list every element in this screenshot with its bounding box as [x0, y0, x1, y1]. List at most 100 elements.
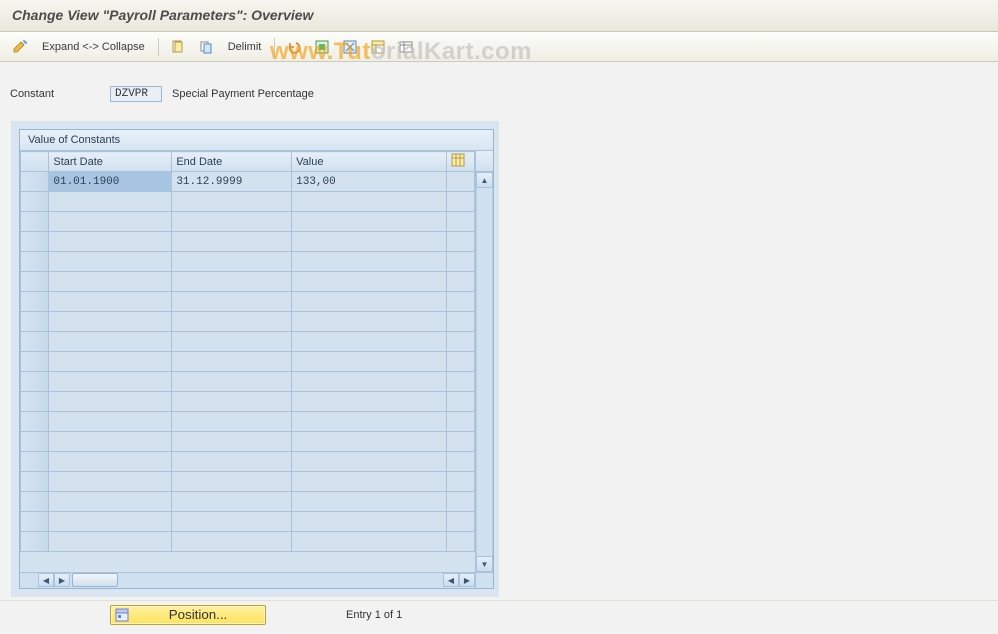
table-row[interactable] [21, 272, 475, 292]
cell-value[interactable] [292, 512, 446, 532]
row-selector[interactable] [21, 312, 49, 332]
cell-value[interactable] [292, 472, 446, 492]
cell-value[interactable] [292, 272, 446, 292]
table-row[interactable] [21, 312, 475, 332]
cell-end-date[interactable] [172, 212, 292, 232]
table-row[interactable] [21, 192, 475, 212]
row-selector[interactable] [21, 192, 49, 212]
cell-end-date[interactable] [172, 532, 292, 552]
cell-value[interactable] [292, 412, 446, 432]
undo-button[interactable] [282, 37, 306, 57]
toggle-edit-button[interactable] [8, 37, 32, 57]
cell-start-date[interactable] [49, 372, 172, 392]
scroll-right-button[interactable]: ▶ [54, 573, 70, 587]
configure-columns-button[interactable] [446, 152, 474, 172]
row-selector[interactable] [21, 392, 49, 412]
scroll-down-button[interactable]: ▼ [476, 556, 493, 572]
cell-start-date[interactable]: 01.01.1900 [49, 172, 172, 192]
cell-end-date[interactable] [172, 192, 292, 212]
table-row[interactable] [21, 332, 475, 352]
cell-start-date[interactable] [49, 252, 172, 272]
row-selector[interactable] [21, 232, 49, 252]
scroll-left-button[interactable]: ◀ [38, 573, 54, 587]
cell-end-date[interactable] [172, 332, 292, 352]
col-value[interactable]: Value [292, 152, 446, 172]
copy-button[interactable] [194, 37, 218, 57]
cell-end-date[interactable] [172, 432, 292, 452]
row-selector[interactable] [21, 412, 49, 432]
row-selector[interactable] [21, 472, 49, 492]
cell-start-date[interactable] [49, 272, 172, 292]
table-row[interactable] [21, 292, 475, 312]
deselect-all-button[interactable] [338, 37, 362, 57]
row-selector[interactable] [21, 332, 49, 352]
cell-end-date[interactable] [172, 272, 292, 292]
cell-end-date[interactable] [172, 492, 292, 512]
table-row[interactable] [21, 352, 475, 372]
delimit-button[interactable]: Delimit [222, 41, 268, 53]
position-button[interactable]: Position... [110, 605, 266, 625]
row-selector[interactable] [21, 452, 49, 472]
table-corner[interactable] [21, 152, 49, 172]
cell-value[interactable] [292, 192, 446, 212]
row-selector[interactable] [21, 272, 49, 292]
select-block-button[interactable] [366, 37, 390, 57]
row-selector[interactable] [21, 252, 49, 272]
cell-end-date[interactable] [172, 292, 292, 312]
cell-end-date[interactable] [172, 512, 292, 532]
cell-value[interactable] [292, 212, 446, 232]
table-row[interactable] [21, 212, 475, 232]
scroll-left-end-button[interactable]: ◀ [443, 573, 459, 587]
cell-end-date[interactable] [172, 372, 292, 392]
table-row[interactable] [21, 392, 475, 412]
cell-start-date[interactable] [49, 312, 172, 332]
print-button[interactable] [394, 37, 418, 57]
row-selector[interactable] [21, 432, 49, 452]
row-selector[interactable] [21, 292, 49, 312]
cell-start-date[interactable] [49, 332, 172, 352]
select-all-button[interactable] [310, 37, 334, 57]
cell-value[interactable] [292, 252, 446, 272]
cell-end-date[interactable] [172, 412, 292, 432]
cell-start-date[interactable] [49, 472, 172, 492]
expand-collapse-button[interactable]: Expand <-> Collapse [36, 41, 151, 53]
table-row[interactable] [21, 512, 475, 532]
table-row[interactable] [21, 432, 475, 452]
row-selector[interactable] [21, 512, 49, 532]
cell-end-date[interactable]: 31.12.9999 [172, 172, 292, 192]
horizontal-scrollbar[interactable]: ◀ ▶ ◀ ▶ [20, 572, 493, 588]
scroll-up-button[interactable]: ▲ [476, 172, 493, 188]
table-row[interactable]: 01.01.190031.12.9999133,00 [21, 172, 475, 192]
cell-start-date[interactable] [49, 432, 172, 452]
cell-value[interactable]: 133,00 [292, 172, 446, 192]
cell-end-date[interactable] [172, 392, 292, 412]
cell-start-date[interactable] [49, 452, 172, 472]
row-selector[interactable] [21, 372, 49, 392]
cell-end-date[interactable] [172, 352, 292, 372]
row-selector[interactable] [21, 532, 49, 552]
row-selector[interactable] [21, 492, 49, 512]
cell-start-date[interactable] [49, 352, 172, 372]
cell-value[interactable] [292, 492, 446, 512]
table-row[interactable] [21, 472, 475, 492]
table-row[interactable] [21, 452, 475, 472]
cell-start-date[interactable] [49, 412, 172, 432]
cell-value[interactable] [292, 532, 446, 552]
row-selector[interactable] [21, 212, 49, 232]
cell-value[interactable] [292, 232, 446, 252]
cell-value[interactable] [292, 432, 446, 452]
new-entries-button[interactable] [166, 37, 190, 57]
table-row[interactable] [21, 252, 475, 272]
cell-end-date[interactable] [172, 232, 292, 252]
table-row[interactable] [21, 412, 475, 432]
cell-end-date[interactable] [172, 452, 292, 472]
cell-end-date[interactable] [172, 472, 292, 492]
cell-value[interactable] [292, 312, 446, 332]
cell-start-date[interactable] [49, 212, 172, 232]
cell-value[interactable] [292, 392, 446, 412]
table-row[interactable] [21, 372, 475, 392]
col-end-date[interactable]: End Date [172, 152, 292, 172]
cell-value[interactable] [292, 452, 446, 472]
table-row[interactable] [21, 232, 475, 252]
cell-value[interactable] [292, 292, 446, 312]
